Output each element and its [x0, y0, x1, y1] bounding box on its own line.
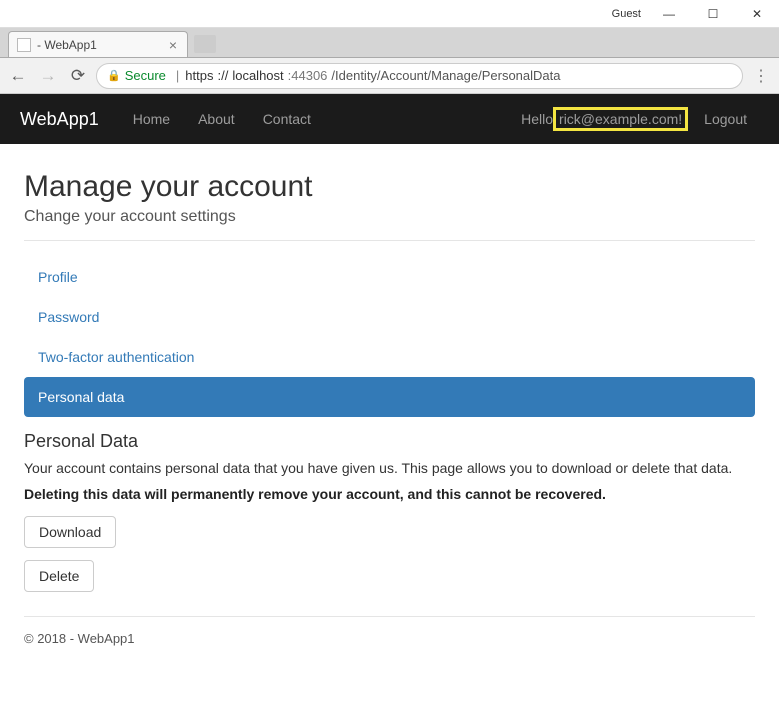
delete-button[interactable]: Delete	[24, 560, 94, 592]
page-title: Manage your account	[24, 170, 755, 204]
favicon-icon	[17, 38, 31, 52]
addr-separator: |	[176, 68, 179, 83]
page-subtitle: Change your account settings	[24, 208, 755, 226]
url-host: localhost	[232, 68, 283, 83]
address-bar[interactable]: 🔒 Secure | https://localhost:44306/Ident…	[96, 63, 743, 89]
manage-nav-password[interactable]: Password	[24, 297, 755, 337]
section-warning: Deleting this data will permanently remo…	[24, 486, 755, 502]
reload-button[interactable]: ⟳	[66, 64, 90, 88]
manage-nav-twofactor[interactable]: Two-factor authentication	[24, 337, 755, 377]
section-heading: Personal Data	[24, 431, 755, 452]
browser-tab-strip: - WebApp1 ×	[0, 28, 779, 58]
os-titlebar: Guest — ☐ ✕	[0, 0, 779, 28]
user-email: rick@example.com!	[553, 107, 688, 131]
page-content: Manage your account Change your account …	[0, 144, 779, 670]
nav-about[interactable]: About	[184, 94, 249, 144]
nav-logout[interactable]: Logout	[692, 94, 759, 144]
manage-nav: Profile Password Two-factor authenticati…	[24, 257, 755, 417]
url-port: :44306	[288, 68, 328, 83]
section-body: Your account contains personal data that…	[24, 460, 755, 476]
manage-nav-twofactor-link[interactable]: Two-factor authentication	[38, 349, 194, 365]
forward-button[interactable]: →	[36, 64, 60, 88]
url-path: /Identity/Account/Manage/PersonalData	[331, 68, 560, 83]
browser-toolbar: ← → ⟳ 🔒 Secure | https://localhost:44306…	[0, 58, 779, 94]
browser-tab[interactable]: - WebApp1 ×	[8, 31, 188, 57]
browser-menu-button[interactable]: ⋮	[749, 64, 773, 88]
brand[interactable]: WebApp1	[20, 109, 99, 130]
new-tab-button[interactable]	[194, 35, 216, 53]
minimize-button[interactable]: —	[647, 0, 691, 28]
close-tab-icon[interactable]: ×	[167, 37, 179, 53]
divider	[24, 240, 755, 241]
lock-icon: 🔒	[107, 69, 121, 82]
manage-nav-profile[interactable]: Profile	[24, 257, 755, 297]
guest-label: Guest	[612, 8, 641, 20]
manage-nav-personaldata[interactable]: Personal data	[24, 377, 755, 417]
secure-label: Secure	[125, 68, 166, 83]
close-window-button[interactable]: ✕	[735, 0, 779, 28]
hello-prefix: Hello	[521, 111, 553, 127]
nav-hello[interactable]: Hello rick@example.com!	[509, 94, 692, 144]
manage-nav-profile-link[interactable]: Profile	[38, 269, 78, 285]
app-navbar: WebApp1 Home About Contact Hello rick@ex…	[0, 94, 779, 144]
download-button[interactable]: Download	[24, 516, 116, 548]
manage-nav-personaldata-link[interactable]: Personal data	[38, 389, 124, 405]
page-footer: © 2018 - WebApp1	[24, 616, 755, 646]
maximize-button[interactable]: ☐	[691, 0, 735, 28]
nav-home[interactable]: Home	[119, 94, 184, 144]
manage-nav-password-link[interactable]: Password	[38, 309, 99, 325]
tab-title: - WebApp1	[37, 38, 167, 52]
url-scheme: https	[185, 68, 213, 83]
back-button[interactable]: ←	[6, 64, 30, 88]
nav-contact[interactable]: Contact	[249, 94, 325, 144]
